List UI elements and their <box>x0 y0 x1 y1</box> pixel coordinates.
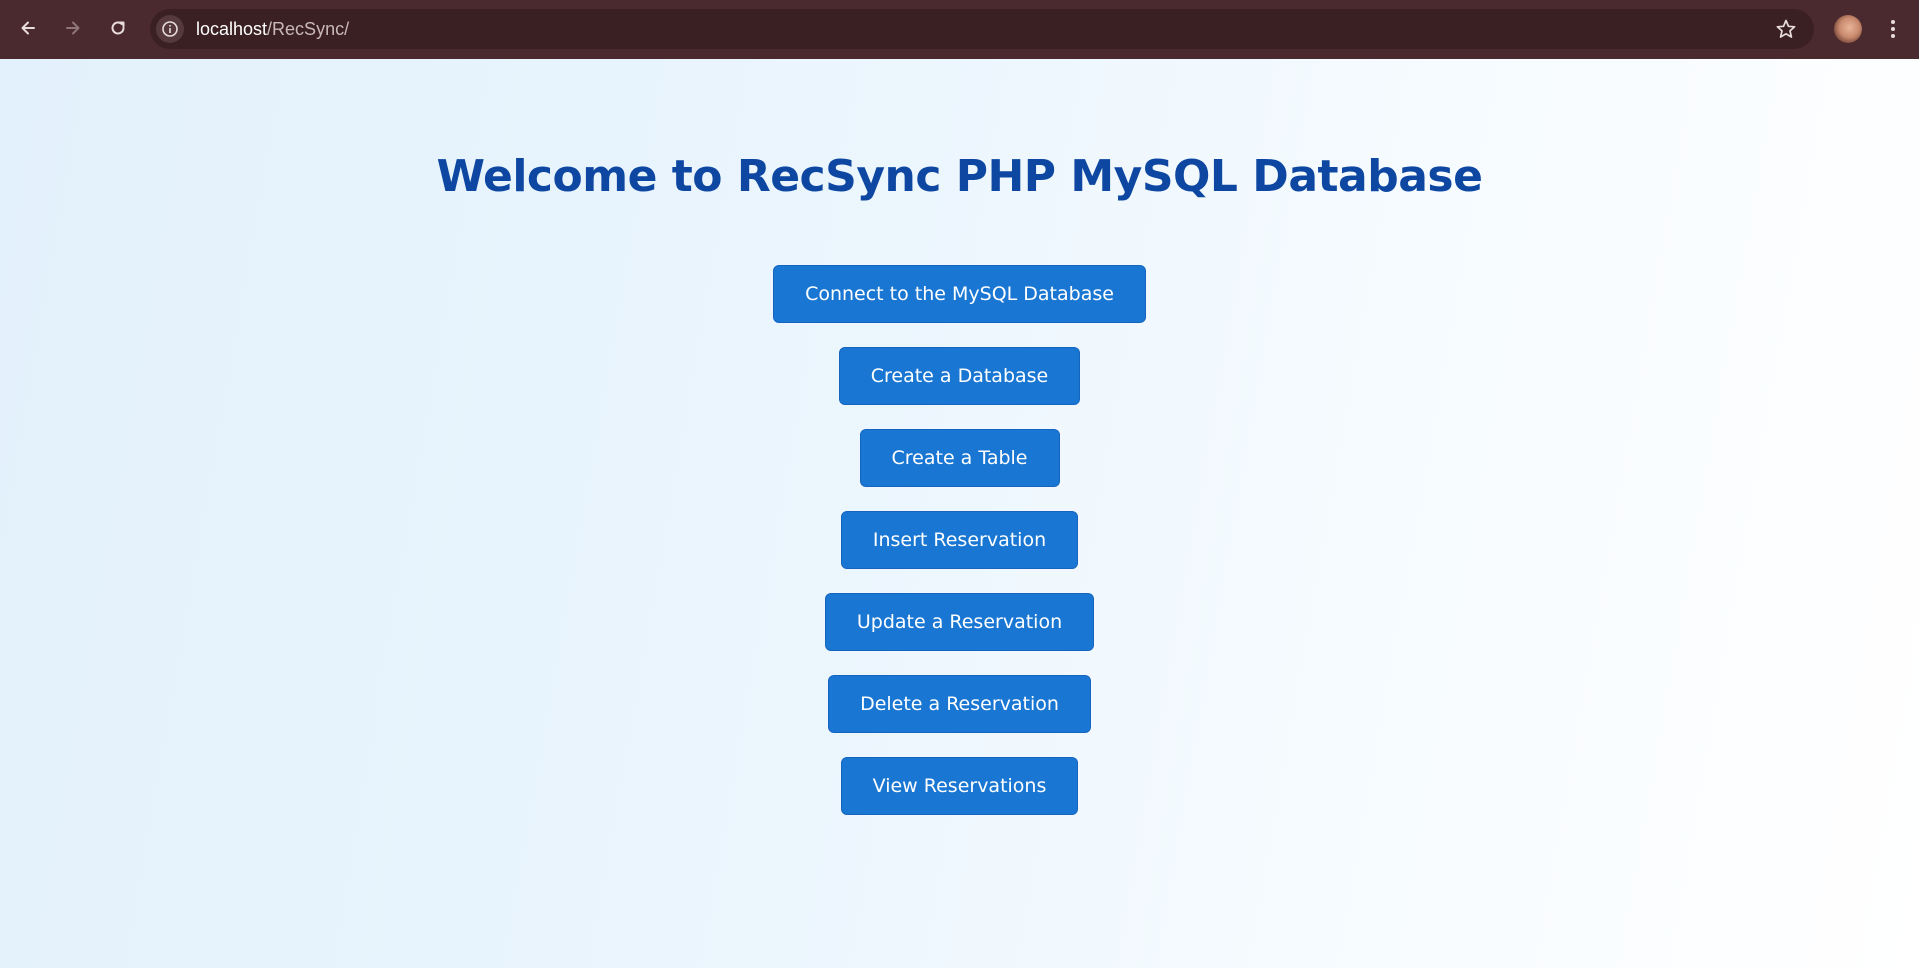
forward-button[interactable] <box>57 12 89 44</box>
kebab-menu-icon <box>1891 20 1895 38</box>
profile-avatar[interactable] <box>1834 15 1862 43</box>
browser-menu-button[interactable] <box>1878 14 1908 44</box>
insert-reservation-button[interactable]: Insert Reservation <box>840 511 1079 569</box>
page-content: Welcome to RecSync PHP MySQL Database Co… <box>0 59 1919 968</box>
star-icon <box>1776 19 1796 38</box>
url-path: /RecSync/ <box>267 19 350 39</box>
url-text[interactable]: localhost/RecSync/ <box>196 9 349 49</box>
address-bar[interactable]: localhost/RecSync/ <box>150 9 1814 49</box>
reload-icon <box>111 21 125 35</box>
arrow-right-icon <box>66 21 80 35</box>
connect-database-button[interactable]: Connect to the MySQL Database <box>773 265 1146 323</box>
delete-reservation-button[interactable]: Delete a Reservation <box>828 675 1091 733</box>
back-button[interactable] <box>12 12 44 44</box>
create-database-button[interactable]: Create a Database <box>838 347 1081 405</box>
create-table-button[interactable]: Create a Table <box>859 429 1060 487</box>
reload-button[interactable] <box>102 12 134 44</box>
page-title: Welcome to RecSync PHP MySQL Database <box>436 151 1483 202</box>
bookmark-button[interactable] <box>1774 17 1798 41</box>
url-host: localhost <box>196 19 268 39</box>
info-icon[interactable] <box>156 15 184 43</box>
arrow-left-icon <box>21 21 35 35</box>
action-button-list: Connect to the MySQL Database Create a D… <box>0 265 1919 839</box>
browser-toolbar: localhost/RecSync/ <box>0 0 1919 59</box>
update-reservation-button[interactable]: Update a Reservation <box>824 593 1095 651</box>
view-reservations-button[interactable]: View Reservations <box>840 757 1079 815</box>
